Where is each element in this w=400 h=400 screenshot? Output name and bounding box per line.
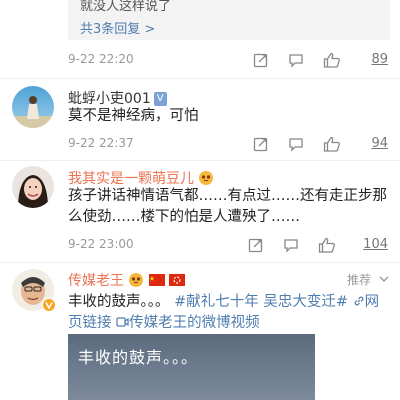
comment-username[interactable]: 传媒老王	[68, 270, 186, 290]
hashtag-link[interactable]: 吴忠大变迁#	[263, 294, 348, 310]
comment-icon[interactable]	[288, 52, 304, 68]
comment-username[interactable]: 我其实是一颗萌豆儿	[68, 168, 214, 188]
avatar[interactable]	[12, 166, 54, 208]
verified-v-icon	[42, 298, 56, 312]
recommended-label: 推荐	[347, 273, 372, 287]
hk-flag-icon	[169, 274, 186, 286]
action-bar: 104	[248, 237, 388, 255]
post-text: 丰收的鼓声。。。	[68, 294, 170, 310]
link-icon	[354, 296, 364, 306]
view-replies-link[interactable]: 共3条回复 >	[80, 18, 155, 37]
share-icon[interactable]	[253, 136, 269, 152]
video-thumbnail[interactable]: 丰收的鼓声。。。	[68, 334, 315, 400]
like-count[interactable]: 104	[363, 237, 388, 252]
username-text[interactable]: 我其实是一颗萌豆儿	[68, 171, 194, 187]
action-bar: 94	[253, 136, 388, 154]
reply-snippet: 就没人这样说了	[80, 0, 172, 14]
comment-time: 9-22 22:20	[68, 52, 134, 66]
verified-badge: V	[153, 92, 167, 106]
video-link[interactable]: 传媒老王的微博视频	[129, 315, 260, 331]
china-flag-icon	[148, 274, 165, 286]
hashtag-link[interactable]: #献礼七十年	[174, 294, 259, 310]
chevron-down-icon[interactable]	[378, 273, 390, 285]
username-text[interactable]: 传媒老王	[68, 273, 124, 289]
comment-text: 丰收的鼓声。。。 #献礼七十年 吴忠大变迁# 网页链接 传媒老王的微博视频	[68, 292, 390, 334]
like-count[interactable]: 89	[371, 52, 388, 67]
divider	[0, 160, 400, 161]
like-icon[interactable]	[323, 52, 341, 68]
emoji-icon	[129, 273, 144, 287]
video-icon	[116, 317, 129, 327]
reply-preview-box[interactable]: 就没人这样说了 共3条回复 >	[68, 0, 390, 40]
comment-username[interactable]: 蚍蜉小吏001 V	[68, 88, 167, 108]
comment-icon[interactable]	[288, 136, 304, 152]
share-icon[interactable]	[248, 237, 264, 253]
video-caption: 丰收的鼓声。。。	[78, 348, 199, 367]
comment-time: 9-22 23:00	[68, 237, 134, 251]
emoji-icon	[199, 171, 214, 185]
username-text[interactable]: 蚍蜉小吏001	[68, 91, 151, 107]
divider	[0, 78, 400, 79]
comment-icon[interactable]	[283, 237, 299, 253]
share-icon[interactable]	[253, 52, 269, 68]
like-count[interactable]: 94	[371, 136, 388, 151]
divider	[0, 262, 400, 263]
comment-text: 莫不是神经病，可怕	[68, 108, 199, 124]
action-bar: 89	[253, 52, 388, 70]
like-icon[interactable]	[318, 237, 336, 253]
avatar[interactable]	[12, 86, 54, 128]
comment-time: 9-22 22:37	[68, 136, 134, 150]
like-icon[interactable]	[323, 136, 341, 152]
comment-text: 孩子讲话神情语气都……有点过……还有走正步那么使劲……楼下的怕是人遭殃了……	[68, 188, 387, 225]
